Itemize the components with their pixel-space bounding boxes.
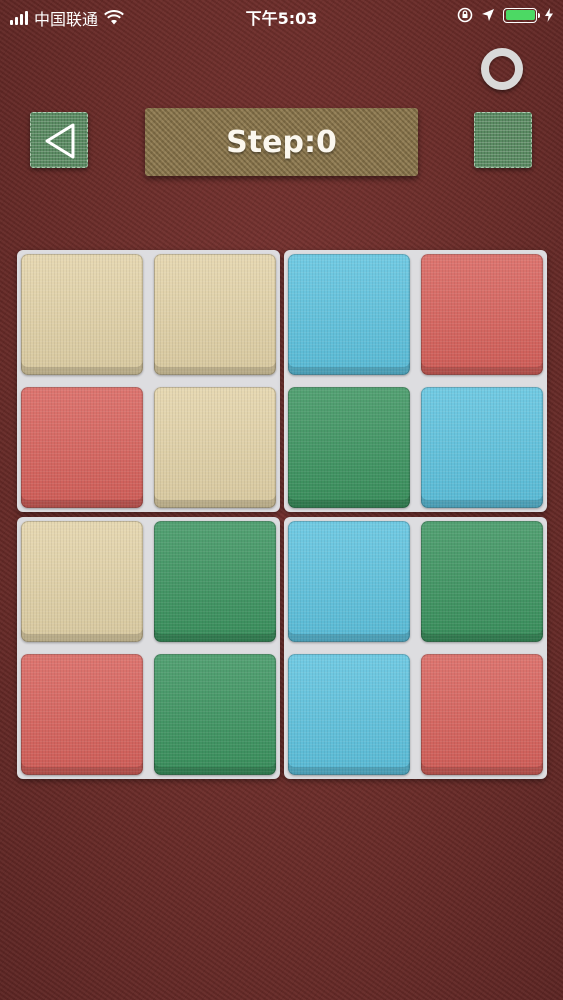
tile-green[interactable] <box>288 387 410 508</box>
board-quadrant-top-right[interactable] <box>284 250 547 512</box>
board-quadrant-bottom-right[interactable] <box>284 517 547 779</box>
triangle-left-icon <box>45 123 75 159</box>
tile-beige[interactable] <box>21 521 143 642</box>
tile-blue[interactable] <box>421 387 543 508</box>
step-counter-label: Step:0 <box>226 124 337 160</box>
tile-red[interactable] <box>421 254 543 375</box>
game-board <box>17 250 547 780</box>
battery-icon <box>503 7 540 23</box>
step-counter-panel: Step:0 <box>145 108 418 176</box>
tile-red[interactable] <box>421 654 543 775</box>
tile-beige[interactable] <box>21 254 143 375</box>
tile-beige[interactable] <box>154 387 276 508</box>
location-icon <box>482 9 494 21</box>
tile-blue[interactable] <box>288 521 410 642</box>
tile-blue[interactable] <box>288 254 410 375</box>
status-right <box>457 7 553 23</box>
back-button[interactable] <box>30 112 88 168</box>
tile-red[interactable] <box>21 654 143 775</box>
settings-ring-button[interactable] <box>481 48 523 90</box>
tile-beige[interactable] <box>154 254 276 375</box>
rotation-lock-icon <box>457 7 473 23</box>
status-bar: 中国联通 下午5:03 <box>0 0 563 32</box>
tile-green[interactable] <box>154 521 276 642</box>
tile-red[interactable] <box>21 387 143 508</box>
tile-green[interactable] <box>154 654 276 775</box>
tile-green[interactable] <box>421 521 543 642</box>
charging-icon <box>545 8 553 22</box>
board-quadrant-bottom-left[interactable] <box>17 517 280 779</box>
menu-button[interactable] <box>474 112 532 168</box>
tile-blue[interactable] <box>288 654 410 775</box>
board-quadrant-top-left[interactable] <box>17 250 280 512</box>
